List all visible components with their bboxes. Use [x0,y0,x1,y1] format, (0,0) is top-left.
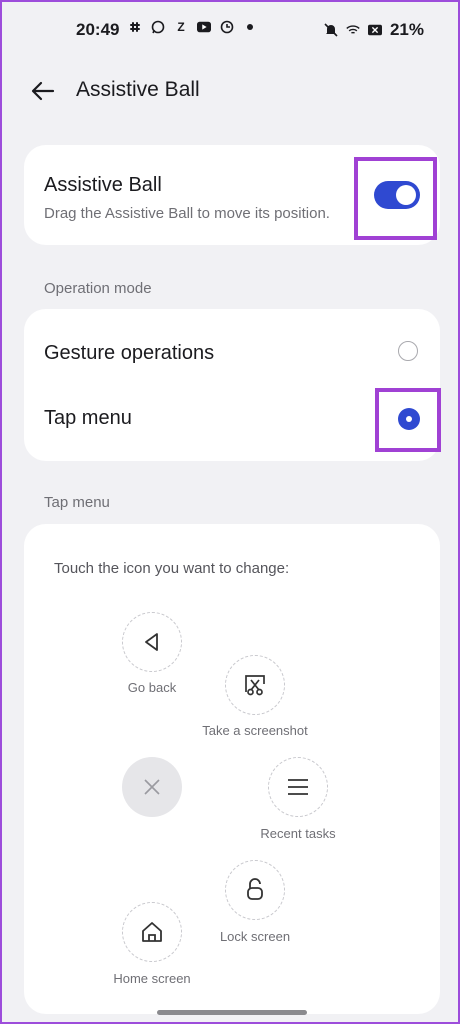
battery-level: 21% [389,20,424,39]
mute-icon [324,23,338,37]
center-close-tile[interactable] [122,757,182,817]
whatsapp-icon [151,20,165,34]
option-gesture-operations[interactable]: Gesture operations [44,342,214,365]
lock-icon [247,878,263,900]
assistive-ball-toggle[interactable] [374,181,420,209]
home-indicator[interactable] [157,1010,307,1015]
sync-icon [220,20,234,34]
screenshot-tile[interactable] [225,655,285,715]
status-time: 20:49 [76,20,120,39]
option-tap-menu[interactable]: Tap menu [44,407,132,430]
back-button[interactable] [28,76,58,106]
system-icons: 21% [324,20,424,40]
recent-tasks-label: Recent tasks [260,826,336,841]
youtube-icon [197,20,211,34]
gesture-operations-radio[interactable] [398,341,418,361]
zomato-icon: Z [177,20,185,34]
recent-tasks-tile[interactable] [268,757,328,817]
page-title: Assistive Ball [76,78,200,101]
dot-icon [243,20,257,34]
home-screen-label: Home screen [113,971,191,986]
tap-menu-radio[interactable] [398,408,420,430]
tap-menu-instruction: Touch the icon you want to change: [54,560,290,577]
screenshot-icon [245,675,265,696]
go-back-label: Go back [127,680,177,695]
lock-screen-tile[interactable] [225,860,285,920]
close-icon [144,779,160,795]
toggle-knob [396,185,416,205]
screenshot-label: Take a screenshot [202,723,308,738]
tap-menu-card: Touch the icon you want to change: Go ba… [24,524,440,1014]
wifi-icon [346,23,360,37]
back-triangle-icon [145,633,158,651]
operation-mode-label: Operation mode [44,280,152,297]
notification-icons: Z [128,20,257,34]
assistive-ball-title: Assistive Ball [44,174,162,196]
menu-icon [288,779,308,795]
go-back-tile[interactable] [122,612,182,672]
battery-x-icon [367,23,382,37]
assistive-ball-description: Drag the Assistive Ball to move its posi… [44,205,330,222]
slack-icon [128,20,142,34]
tap-menu-section-label: Tap menu [44,494,110,511]
lock-screen-label: Lock screen [219,929,291,944]
arrow-left-icon [31,81,55,101]
home-icon [142,922,162,942]
status-bar: 20:49 Z 21% [2,2,458,58]
top-app-bar: Assistive Ball [2,66,458,114]
home-screen-tile[interactable] [122,902,182,962]
